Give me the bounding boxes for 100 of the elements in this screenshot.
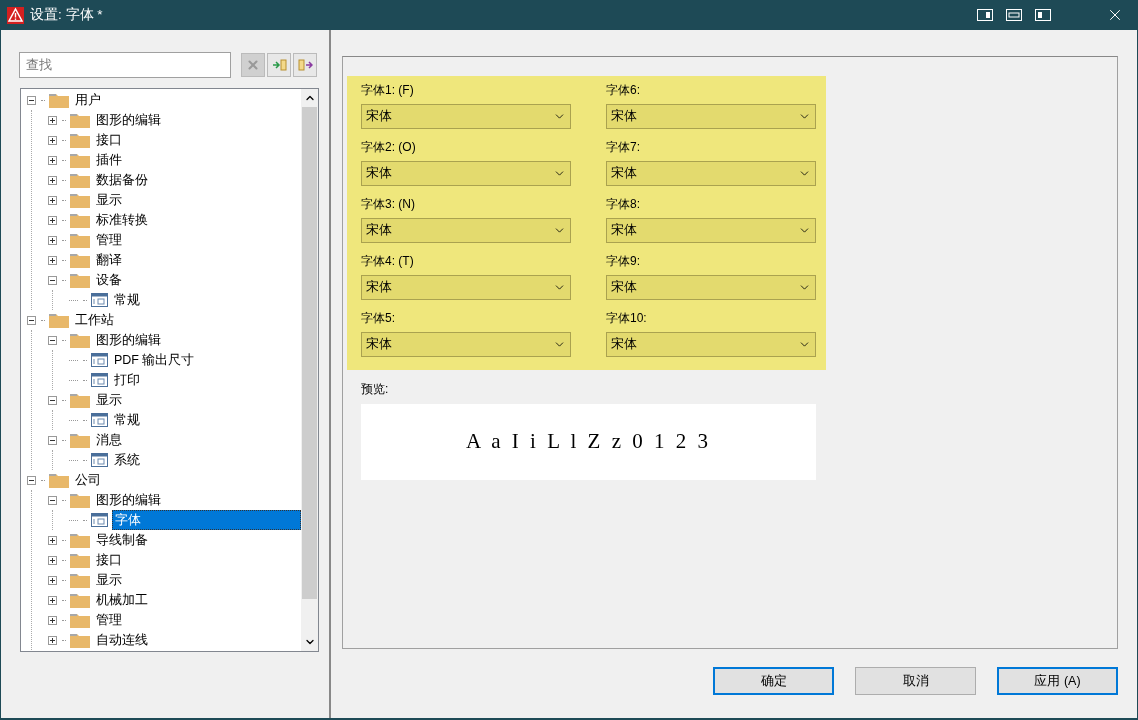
page-icon <box>91 353 108 367</box>
folder-icon <box>70 112 90 128</box>
expand-toggle[interactable] <box>48 115 57 125</box>
folder-icon <box>70 172 90 188</box>
window-icon[interactable] <box>1006 9 1022 21</box>
arrow-out-of-panel-icon <box>297 59 313 71</box>
tree-item[interactable]: 接口 <box>94 551 124 569</box>
collapse-toggle[interactable] <box>48 495 57 505</box>
folder-icon <box>49 92 69 108</box>
tree-item[interactable]: 图形的编辑 <box>94 491 163 509</box>
preview-label: 预览: <box>361 381 390 398</box>
tree-item[interactable]: 消息 <box>94 431 124 449</box>
field-label: 字体1: (F) <box>361 82 415 98</box>
page-icon <box>91 373 108 387</box>
tree-item[interactable]: 标准转换 <box>94 211 150 229</box>
dialog-button[interactable]: 取消 <box>855 667 976 695</box>
search-field[interactable]: 查找 <box>19 52 231 78</box>
collapse-all-button[interactable] <box>293 53 317 77</box>
font-dropdown[interactable]: 宋体 <box>361 104 571 129</box>
folder-icon <box>70 552 90 568</box>
expand-toggle[interactable] <box>48 195 57 205</box>
tree-item[interactable]: 显示 <box>94 391 124 409</box>
expand-toggle[interactable] <box>48 155 57 165</box>
font-dropdown[interactable]: 宋体 <box>606 218 816 243</box>
page-icon <box>91 293 108 307</box>
field-label: 字体3: (N) <box>361 196 416 212</box>
expand-toggle[interactable] <box>48 615 57 625</box>
expand-toggle[interactable] <box>48 175 57 185</box>
tree-item[interactable]: 图形的编辑 <box>94 331 163 349</box>
collapse-toggle[interactable] <box>48 335 57 345</box>
collapse-toggle[interactable] <box>27 315 36 325</box>
tree-item[interactable]: 图形的编辑 <box>94 111 163 129</box>
font-dropdown[interactable]: 宋体 <box>361 218 571 243</box>
expand-toggle[interactable] <box>48 635 57 645</box>
tree-item[interactable]: 系统 <box>112 451 142 469</box>
page-icon <box>91 513 108 527</box>
tree-item[interactable]: 导线制备 <box>94 531 150 549</box>
field-label: 字体5: <box>361 310 396 326</box>
tree-item[interactable]: 公司 <box>73 471 103 489</box>
tree-item[interactable]: 工作站 <box>73 311 116 329</box>
font-dropdown[interactable]: 宋体 <box>361 332 571 357</box>
field-label: 字体2: (O) <box>361 139 417 155</box>
tree-item[interactable]: PDF 输出尺寸 <box>112 351 197 369</box>
font-dropdown[interactable]: 宋体 <box>606 161 816 186</box>
tree-item[interactable]: 设备 <box>94 271 124 289</box>
tree-item[interactable]: 打印 <box>112 371 142 389</box>
expand-toggle[interactable] <box>48 235 57 245</box>
tree-item[interactable]: 机械加工 <box>94 591 150 609</box>
folder-icon <box>70 132 90 148</box>
expand-toggle[interactable] <box>48 255 57 265</box>
folder-icon <box>70 332 90 348</box>
tree-item[interactable]: 显示 <box>94 191 124 209</box>
folder-icon <box>70 432 90 448</box>
collapse-toggle[interactable] <box>27 95 36 105</box>
expand-toggle[interactable] <box>48 535 57 545</box>
tree-item[interactable]: 数据备份 <box>94 171 150 189</box>
expand-toggle[interactable] <box>48 135 57 145</box>
tree-item[interactable]: 接口 <box>94 131 124 149</box>
tree-item[interactable]: 自动连线 <box>94 631 150 649</box>
folder-icon <box>70 632 90 648</box>
font-dropdown[interactable]: 宋体 <box>606 275 816 300</box>
folder-icon <box>49 312 69 328</box>
field-label: 字体7: <box>606 139 641 155</box>
expand-toggle[interactable] <box>48 575 57 585</box>
expand-toggle[interactable] <box>48 555 57 565</box>
field-label: 字体4: (T) <box>361 253 415 269</box>
tree-item[interactable]: 插件 <box>94 151 124 169</box>
dialog-button[interactable]: 应用 (A) <box>997 667 1118 695</box>
folder-icon <box>70 252 90 268</box>
tree-item[interactable]: 显示 <box>94 571 124 589</box>
expand-toggle[interactable] <box>48 595 57 605</box>
window-icon[interactable] <box>977 9 993 21</box>
folder-icon <box>70 612 90 628</box>
field-label: 字体10: <box>606 310 648 326</box>
tree-item[interactable]: 常规 <box>112 291 142 309</box>
folder-icon <box>70 392 90 408</box>
window-icon[interactable] <box>1035 9 1051 21</box>
collapse-toggle[interactable] <box>48 395 57 405</box>
scrollbar[interactable] <box>301 89 318 651</box>
font-dropdown[interactable]: 宋体 <box>606 332 816 357</box>
collapse-toggle[interactable] <box>48 275 57 285</box>
folder-icon <box>70 232 90 248</box>
folder-icon <box>70 532 90 548</box>
font-dropdown[interactable]: 宋体 <box>606 104 816 129</box>
tree-item[interactable]: 管理 <box>94 231 124 249</box>
warning-icon <box>7 6 24 24</box>
folder-icon <box>70 212 90 228</box>
tree-item[interactable]: 翻译 <box>94 251 124 269</box>
expand-toggle[interactable] <box>48 215 57 225</box>
collapse-toggle[interactable] <box>48 435 57 445</box>
font-dropdown[interactable]: 宋体 <box>361 161 571 186</box>
dialog-button[interactable]: 确定 <box>713 667 834 695</box>
tree-item[interactable]: 用户 <box>73 91 103 109</box>
window-title: 设置: 字体 * <box>30 5 103 24</box>
font-dropdown[interactable]: 宋体 <box>361 275 571 300</box>
collapse-toggle[interactable] <box>27 475 36 485</box>
tree-item[interactable]: 字体 <box>112 510 301 530</box>
field-label: 字体6: <box>606 82 641 98</box>
tree-item[interactable]: 常规 <box>112 411 142 429</box>
tree-item[interactable]: 管理 <box>94 611 124 629</box>
